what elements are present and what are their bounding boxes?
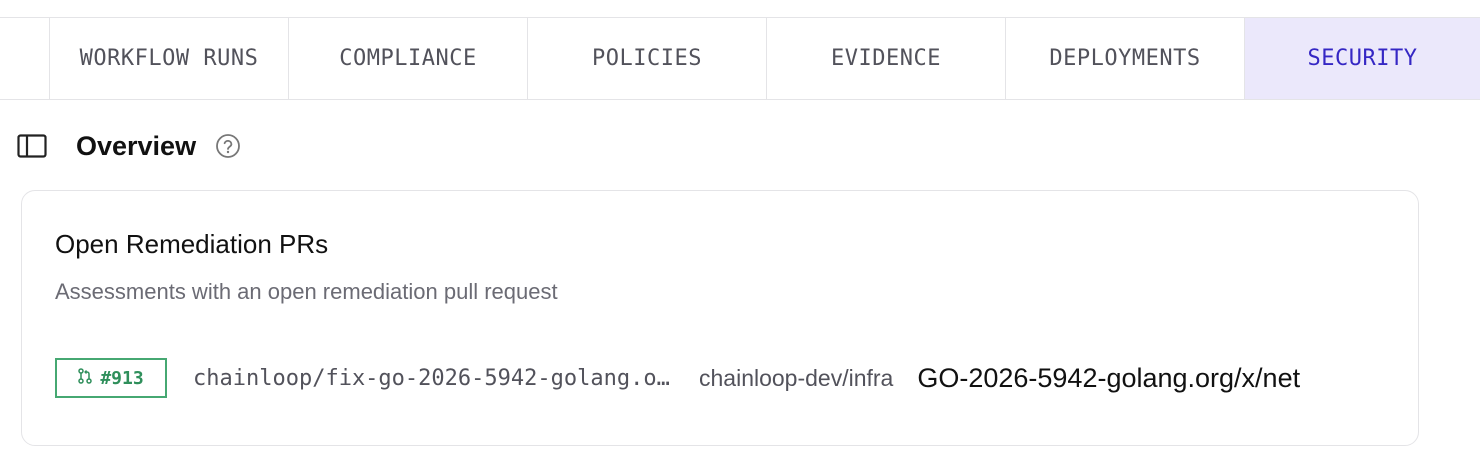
pr-repo[interactable]: chainloop-dev/infra	[699, 365, 893, 392]
top-bar	[0, 0, 1480, 18]
pull-request-icon	[78, 367, 93, 389]
pr-number-badge[interactable]: #913	[55, 358, 167, 398]
tab-deployments[interactable]: DEPLOYMENTS	[1006, 18, 1245, 99]
card-title: Open Remediation PRs	[55, 229, 329, 259]
tab-workflow-runs[interactable]: WORKFLOW RUNS	[50, 18, 289, 99]
pr-vulnerability-id[interactable]: GO-2026-5942-golang.org/x/net	[917, 363, 1300, 394]
tab-policies[interactable]: POLICIES	[528, 18, 767, 99]
tab-bar: WORKFLOW RUNS COMPLIANCE POLICIES EVIDEN…	[0, 18, 1480, 100]
tab-compliance[interactable]: COMPLIANCE	[289, 18, 528, 99]
page-title: Overview	[76, 130, 197, 161]
overview-header: Overview	[16, 126, 242, 166]
tab-evidence[interactable]: EVIDENCE	[767, 18, 1006, 99]
pr-number: #913	[100, 367, 144, 389]
list-item[interactable]: #913 chainloop/fix-go-2026-5942-golang.o…	[55, 357, 1415, 399]
tab-bar-spacer	[0, 18, 50, 99]
pr-branch: chainloop/fix-go-2026-5942-golang.org-x-…	[193, 365, 673, 391]
card-subtitle: Assessments with an open remediation pul…	[55, 279, 558, 304]
open-remediation-prs-card: Open Remediation PRs Assessments with an…	[21, 190, 1419, 446]
help-icon[interactable]	[214, 132, 242, 160]
sidebar-toggle-icon[interactable]	[16, 130, 48, 162]
tab-security[interactable]: SECURITY	[1245, 18, 1480, 99]
